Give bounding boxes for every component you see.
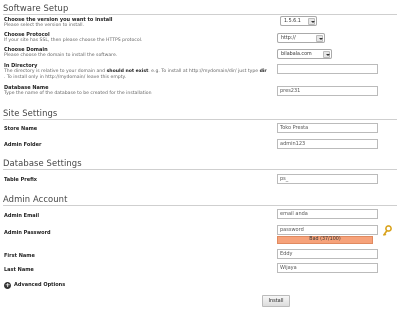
admin-password-label: Admin Password [4, 230, 51, 236]
version-select-value: 1.5.6.1 [284, 18, 301, 24]
domain-desc: Please choose the domain to install the … [4, 53, 118, 58]
password-strength-meter: Bad (37/100) [277, 236, 373, 244]
section-divider [3, 169, 397, 170]
admin-email-label: Admin Email [4, 213, 40, 219]
plus-circle-icon[interactable] [4, 281, 11, 289]
section-divider [3, 119, 397, 120]
install-button[interactable]: Install [262, 295, 290, 307]
section-divider [3, 205, 397, 206]
directory-desc: The directory is relative to your domain… [4, 69, 267, 74]
protocol-select-value: http:// [281, 35, 296, 41]
store-name-input[interactable] [277, 123, 378, 133]
site-settings-heading: Site Settings [3, 108, 58, 118]
chevron-down-icon [308, 18, 315, 25]
chevron-down-icon [316, 35, 323, 42]
admin-email-input[interactable] [277, 209, 378, 219]
version-desc: Please select the version to install. [4, 23, 85, 28]
database-settings-heading: Database Settings [3, 158, 82, 168]
admin-folder-input[interactable] [277, 139, 378, 149]
admin-password-input[interactable] [277, 225, 378, 235]
domain-select[interactable]: bilabala.com [277, 49, 332, 59]
advanced-options-toggle[interactable]: Advanced Options [14, 282, 65, 288]
last-name-input[interactable] [277, 263, 378, 273]
database-name-desc: Type the name of the database to be crea… [4, 91, 152, 96]
protocol-select[interactable]: http:// [277, 33, 325, 43]
directory-desc-2: . To install only in http://mydomain/ le… [4, 75, 127, 80]
last-name-label: Last Name [4, 267, 34, 273]
chevron-down-icon [323, 51, 330, 58]
version-select[interactable]: 1.5.6.1 [280, 16, 317, 26]
directory-input[interactable] [277, 64, 378, 74]
admin-account-heading: Admin Account [3, 194, 68, 204]
software-setup-heading: Software Setup [3, 3, 69, 13]
protocol-desc: If your site has SSL, then please choose… [4, 38, 143, 43]
admin-folder-label: Admin Folder [4, 142, 42, 148]
section-divider [3, 14, 397, 15]
store-name-label: Store Name [4, 126, 38, 132]
first-name-input[interactable] [277, 249, 378, 259]
database-name-input[interactable] [277, 86, 378, 96]
table-prefix-label: Table Prefix [4, 177, 38, 183]
domain-select-value: bilabala.com [281, 51, 312, 57]
key-icon[interactable] [382, 225, 392, 237]
first-name-label: First Name [4, 253, 35, 259]
table-prefix-input[interactable] [277, 174, 378, 184]
